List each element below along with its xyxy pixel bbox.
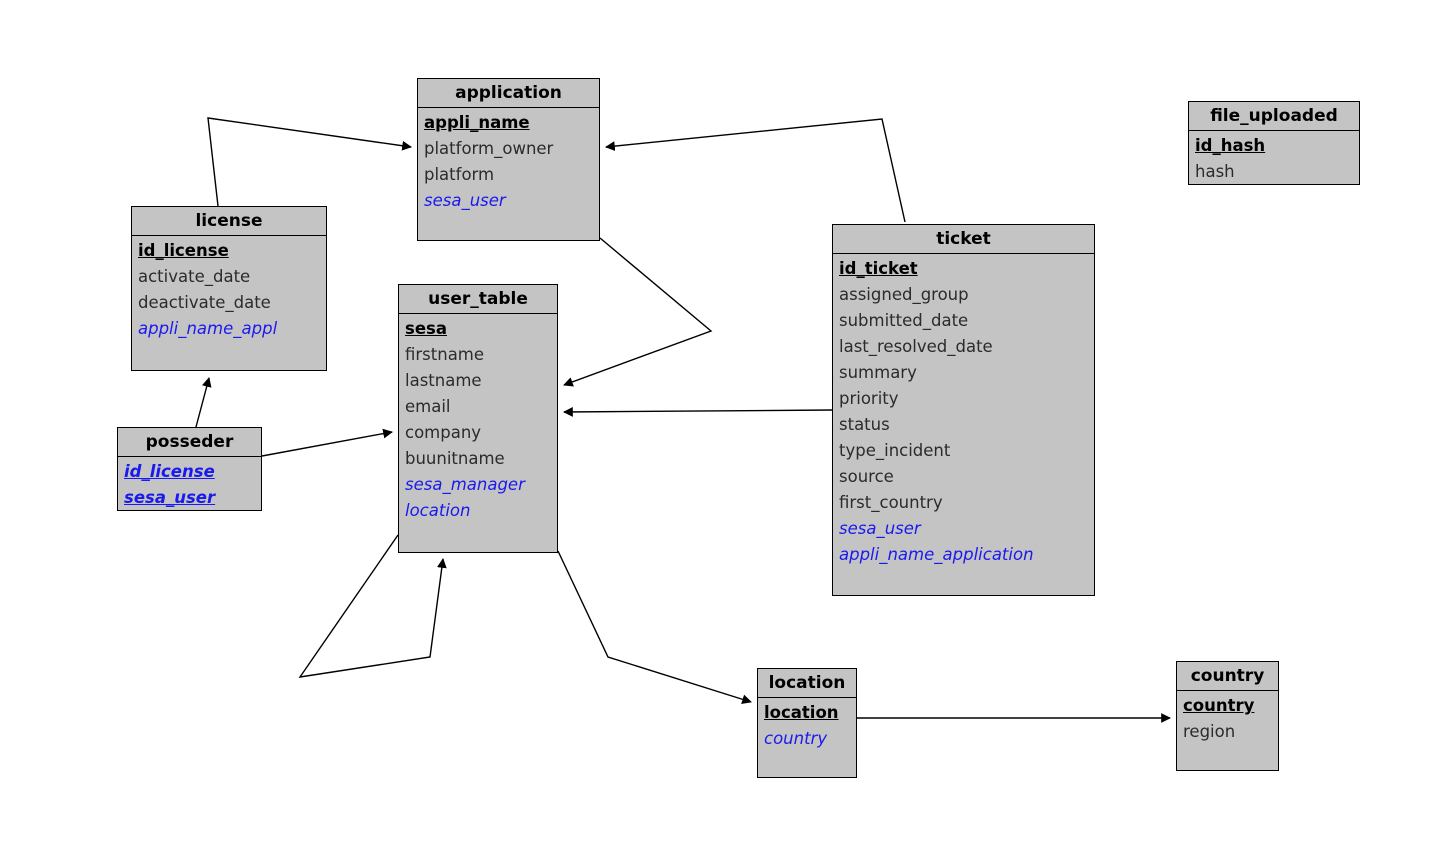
attribute-posseder-id_license: id_license	[124, 462, 215, 481]
entity-location[interactable]: location location country	[757, 668, 857, 778]
attribute-list-application: appli_name platform_owner platform sesa_use…	[418, 108, 599, 218]
attribute-list-location: location country	[758, 698, 856, 756]
entity-ticket[interactable]: ticket id_ticket assigned_group submitted_d…	[832, 224, 1095, 596]
attribute-license-appli_name_appl: appli_name_appl	[138, 319, 278, 338]
relationship-application-to-user-table	[563, 237, 713, 387]
attribute-user_table-sesa: sesa	[405, 319, 447, 338]
attribute-ticket-submitted_date: submitted_date	[839, 311, 969, 330]
attribute-user_table-firstname: firstname	[405, 345, 485, 364]
attribute-ticket-assigned_group: assigned_group	[839, 285, 969, 304]
attribute-list-ticket: id_ticket assigned_group submitted_datelas…	[833, 254, 1094, 572]
attribute-country-country: country	[1183, 696, 1255, 715]
relationship-user-table-self-manager	[298, 534, 447, 678]
attribute-list-country: country region	[1177, 691, 1278, 749]
relationship-posseder-to-user-table	[261, 428, 393, 457]
attribute-application-sesa_user: sesa_user	[424, 191, 506, 210]
entity-title-application: application	[418, 79, 599, 108]
entity-title-country: country	[1177, 662, 1278, 691]
attribute-user_table-location: location	[405, 501, 471, 520]
attribute-ticket-priority: priority	[839, 389, 899, 408]
attribute-ticket-appli_name_application: appli_name_application	[839, 545, 1034, 564]
attribute-list-posseder: id_license sesa_user	[118, 457, 261, 515]
entity-country[interactable]: country country region	[1176, 661, 1279, 771]
attribute-list-file_uploaded: id_hashhash	[1189, 131, 1359, 189]
entity-title-user_table: user_table	[399, 285, 557, 314]
attribute-location-location: location	[764, 703, 839, 722]
attribute-list-license: id_license activate_date deactivate_dateap…	[132, 236, 326, 346]
attribute-license-activate_date: activate_date	[138, 267, 251, 286]
attribute-list-user_table: sesa firstname lastname email company buunitn…	[399, 314, 557, 528]
attribute-location-country: country	[764, 729, 828, 748]
attribute-ticket-sesa_user: sesa_user	[839, 519, 921, 538]
attribute-user_table-email: email	[405, 397, 451, 416]
entity-title-file_uploaded: file_uploaded	[1189, 102, 1359, 131]
relationship-user-table-to-location	[557, 550, 752, 705]
attribute-user_table-buunitname: buunitname	[405, 449, 505, 468]
relationship-ticket-to-user-table	[563, 407, 833, 417]
entity-license[interactable]: license id_license activate_date deactivate…	[131, 206, 327, 371]
attribute-user_table-sesa_manager: sesa_manager	[405, 475, 525, 494]
attribute-license-id_license: id_license	[138, 241, 229, 260]
attribute-application-platform_owner: platform_owner	[424, 139, 554, 158]
entity-title-location: location	[758, 669, 856, 698]
entity-title-license: license	[132, 207, 326, 236]
entity-title-ticket: ticket	[833, 225, 1094, 254]
entity-title-posseder: posseder	[118, 428, 261, 457]
attribute-ticket-last_resolved_date: last_resolved_date	[839, 337, 993, 356]
attribute-file_uploaded-hash: hash	[1195, 162, 1235, 181]
attribute-license-deactivate_date: deactivate_date	[138, 293, 271, 312]
attribute-ticket-summary: summary	[839, 363, 917, 382]
attribute-ticket-source: source	[839, 467, 894, 486]
attribute-country-region: region	[1183, 722, 1236, 741]
attribute-ticket-status: status	[839, 415, 890, 434]
entity-user_table[interactable]: user_tablesesa firstname lastname email comp…	[398, 284, 558, 553]
attribute-application-appli_name: appli_name	[424, 113, 530, 132]
attribute-ticket-type_incident: type_incident	[839, 441, 951, 460]
entity-file_uploaded[interactable]: file_uploaded id_hashhash	[1188, 101, 1360, 185]
attribute-file_uploaded-id_hash: id_hash	[1195, 136, 1266, 155]
attribute-ticket-id_ticket: id_ticket	[839, 259, 918, 278]
attribute-posseder-sesa_user: sesa_user	[124, 488, 216, 507]
relationship-ticket-to-application	[605, 118, 906, 223]
attribute-ticket-first_country: first_country	[839, 493, 943, 512]
attribute-user_table-lastname: lastname	[405, 371, 482, 390]
entity-posseder[interactable]: posseder id_license sesa_user	[117, 427, 262, 511]
attribute-application-platform: platform	[424, 165, 495, 184]
entity-application[interactable]: application appli_name platform_ownerplatf…	[417, 78, 600, 241]
attribute-user_table-company: company	[405, 423, 482, 442]
er-diagram-canvas: application appli_name platform_ownerplatf…	[0, 0, 1450, 850]
relationship-posseder-to-license	[195, 377, 212, 428]
relationship-license-to-application	[207, 117, 412, 207]
